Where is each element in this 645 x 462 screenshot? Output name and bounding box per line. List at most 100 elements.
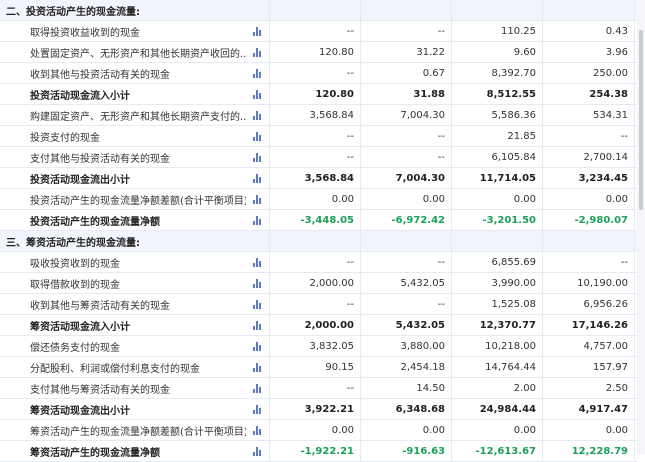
value-cell: 0.00 (270, 189, 361, 209)
value-cell: 110.25 (452, 21, 543, 41)
row-label: 投资活动现金流入小计 (30, 90, 130, 102)
row-label: 支付其他与筹资活动有关的现金 (30, 384, 170, 396)
bar-chart-icon[interactable] (246, 168, 270, 188)
value-cell: 0.00 (452, 420, 543, 440)
bar-chart-icon[interactable] (246, 84, 270, 104)
value-cell (543, 231, 635, 251)
value-cell: 10,218.00 (452, 336, 543, 356)
scrollbar-thumb[interactable] (639, 30, 643, 210)
value-cell (543, 0, 635, 20)
value-cell: 3,832.05 (270, 336, 361, 356)
row-label: 取得投资收益收到的现金 (30, 27, 140, 39)
value-cell: 0.00 (270, 420, 361, 440)
bar-chart-icon[interactable] (246, 420, 270, 440)
table-row: 取得投资收益收到的现金 -- -- 110.25 0.43 (0, 21, 637, 42)
value-cell: -- (270, 21, 361, 41)
bar-chart-icon[interactable] (246, 294, 270, 314)
bar-chart-icon (252, 425, 263, 435)
value-cell: 11,714.05 (452, 168, 543, 188)
bar-chart-icon[interactable] (246, 189, 270, 209)
table-row: 偿还债务支付的现金 3,832.05 3,880.00 10,218.00 4,757.… (0, 336, 637, 357)
bar-chart-icon[interactable] (246, 21, 270, 41)
bar-chart-icon[interactable] (246, 378, 270, 398)
row-label: 三、筹资活动产生的现金流量: (6, 237, 140, 249)
bar-chart-icon (252, 215, 263, 225)
value-cell: 2,000.00 (270, 315, 361, 335)
row-label: 筹资活动现金流入小计 (30, 321, 130, 333)
value-cell: 12,228.79 (543, 441, 635, 461)
value-cell: -- (270, 147, 361, 167)
value-cell (270, 231, 361, 251)
bar-chart-icon[interactable] (246, 126, 270, 146)
value-cell: -12,613.67 (452, 441, 543, 461)
value-cell: 7,004.30 (361, 168, 452, 188)
bar-chart-icon (252, 299, 263, 309)
section-header-row: 二、投资活动产生的现金流量: (0, 0, 637, 21)
bar-chart-icon[interactable] (246, 441, 270, 461)
bar-chart-icon (252, 320, 263, 330)
bar-chart-icon[interactable] (246, 147, 270, 167)
table-row: 吸收投资收到的现金 -- -- 6,855.69 -- (0, 252, 637, 273)
value-cell: -- (361, 21, 452, 41)
value-cell: 3.96 (543, 42, 635, 62)
table-row: 投资活动产生的现金流量净额差额(合计平衡项目) 0.00 0.00 0.00 0.00 (0, 189, 637, 210)
value-cell: -916.63 (361, 441, 452, 461)
bar-chart-icon (252, 362, 263, 372)
value-cell: 2.00 (452, 378, 543, 398)
value-cell: 3,990.00 (452, 273, 543, 293)
bar-chart-icon[interactable] (246, 252, 270, 272)
cash-flow-table: 二、投资活动产生的现金流量: 取得投资收益收到的现金 -- -- 110.25 0.43 处… (0, 0, 637, 462)
bar-chart-icon (252, 68, 263, 78)
row-label: 筹资活动现金流出小计 (30, 405, 130, 417)
row-label: 收到其他与投资活动有关的现金 (30, 69, 170, 81)
vertical-scrollbar[interactable] (637, 0, 645, 454)
table-row: 购建固定资产、无形资产和其他长期资产支付的... 3,568.84 7,004.30… (0, 105, 637, 126)
table-row: 投资活动产生的现金流量净额 -3,448.05 -6,972.42 -3,201.50… (0, 210, 637, 231)
value-cell: 120.80 (270, 42, 361, 62)
value-cell: 8,392.70 (452, 63, 543, 83)
value-cell: 5,432.05 (361, 315, 452, 335)
row-label: 投资支付的现金 (30, 132, 100, 144)
value-cell: 17,146.26 (543, 315, 635, 335)
value-cell: 8,512.55 (452, 84, 543, 104)
bar-chart-icon[interactable] (246, 399, 270, 419)
value-cell (452, 231, 543, 251)
bar-chart-icon (252, 131, 263, 141)
value-cell: 6,855.69 (452, 252, 543, 272)
value-cell: 2.50 (543, 378, 635, 398)
value-cell: -- (270, 126, 361, 146)
bar-chart-icon[interactable] (246, 105, 270, 125)
bar-chart-icon[interactable] (246, 315, 270, 335)
value-cell: -- (270, 63, 361, 83)
bar-chart-icon (252, 404, 263, 414)
bar-chart-icon[interactable] (246, 336, 270, 356)
bar-chart-icon[interactable] (246, 210, 270, 230)
row-label: 投资活动产生的现金流量净额差额(合计平衡项目) (30, 195, 246, 207)
table-row: 收到其他与筹资活动有关的现金 -- -- 1,525.08 6,956.26 (0, 294, 637, 315)
value-cell (452, 0, 543, 20)
value-cell: -- (270, 294, 361, 314)
row-label: 分配股利、利润或偿付利息支付的现金 (30, 363, 200, 375)
table-row: 收到其他与投资活动有关的现金 -- 0.67 8,392.70 250.00 (0, 63, 637, 84)
row-label: 偿还债务支付的现金 (30, 342, 120, 354)
row-label: 取得借款收到的现金 (30, 279, 120, 291)
value-cell: 21.85 (452, 126, 543, 146)
value-cell: 5,432.05 (361, 273, 452, 293)
bar-chart-icon (252, 173, 263, 183)
table-row: 筹资活动产生的现金流量净额 -1,922.21 -916.63 -12,613.67 1… (0, 441, 637, 462)
value-cell: 254.38 (543, 84, 635, 104)
value-cell: -- (543, 126, 635, 146)
value-cell: 3,568.84 (270, 168, 361, 188)
value-cell: 31.88 (361, 84, 452, 104)
table-row: 投资支付的现金 -- -- 21.85 -- (0, 126, 637, 147)
section-header-row: 三、筹资活动产生的现金流量: (0, 231, 637, 252)
value-cell: 6,348.68 (361, 399, 452, 419)
bar-chart-icon[interactable] (246, 273, 270, 293)
bar-chart-icon (252, 341, 263, 351)
value-cell: -- (361, 294, 452, 314)
bar-chart-icon[interactable] (246, 357, 270, 377)
bar-chart-icon (252, 26, 263, 36)
value-cell: 3,880.00 (361, 336, 452, 356)
bar-chart-icon[interactable] (246, 42, 270, 62)
bar-chart-icon[interactable] (246, 63, 270, 83)
